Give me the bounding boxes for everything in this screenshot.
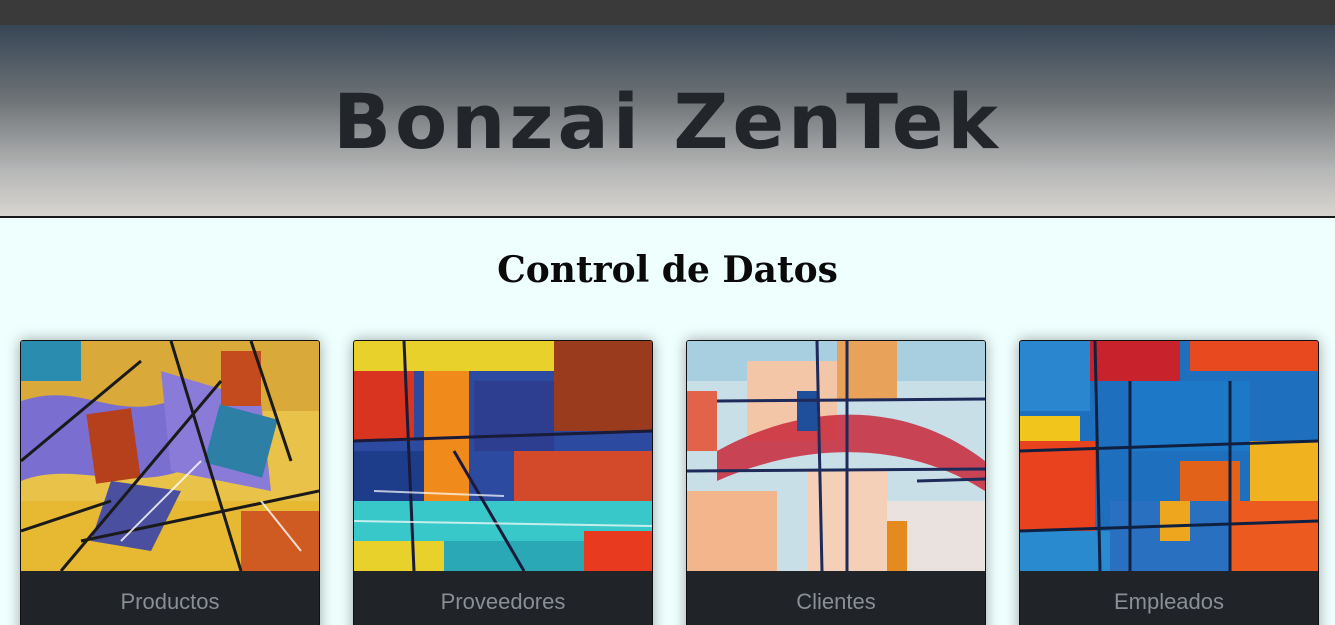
- card-image[interactable]: [354, 341, 652, 571]
- page-title: Control de Datos: [497, 249, 838, 291]
- card-productos[interactable]: Productos: [20, 340, 320, 625]
- card-label[interactable]: Empleados: [1020, 571, 1318, 625]
- top-bar: [0, 0, 1335, 25]
- card-image[interactable]: [687, 341, 985, 571]
- brand-title: Bonzai ZenTek: [333, 77, 1002, 166]
- card-label[interactable]: Productos: [21, 571, 319, 625]
- card-image[interactable]: [1020, 341, 1318, 571]
- card-clientes[interactable]: Clientes: [686, 340, 986, 625]
- card-proveedores[interactable]: Proveedores: [353, 340, 653, 625]
- hero-banner: Bonzai ZenTek: [0, 25, 1335, 218]
- card-label[interactable]: Clientes: [687, 571, 985, 625]
- card-label[interactable]: Proveedores: [354, 571, 652, 625]
- card-empleados[interactable]: Empleados: [1019, 340, 1319, 625]
- card-image[interactable]: [21, 341, 319, 571]
